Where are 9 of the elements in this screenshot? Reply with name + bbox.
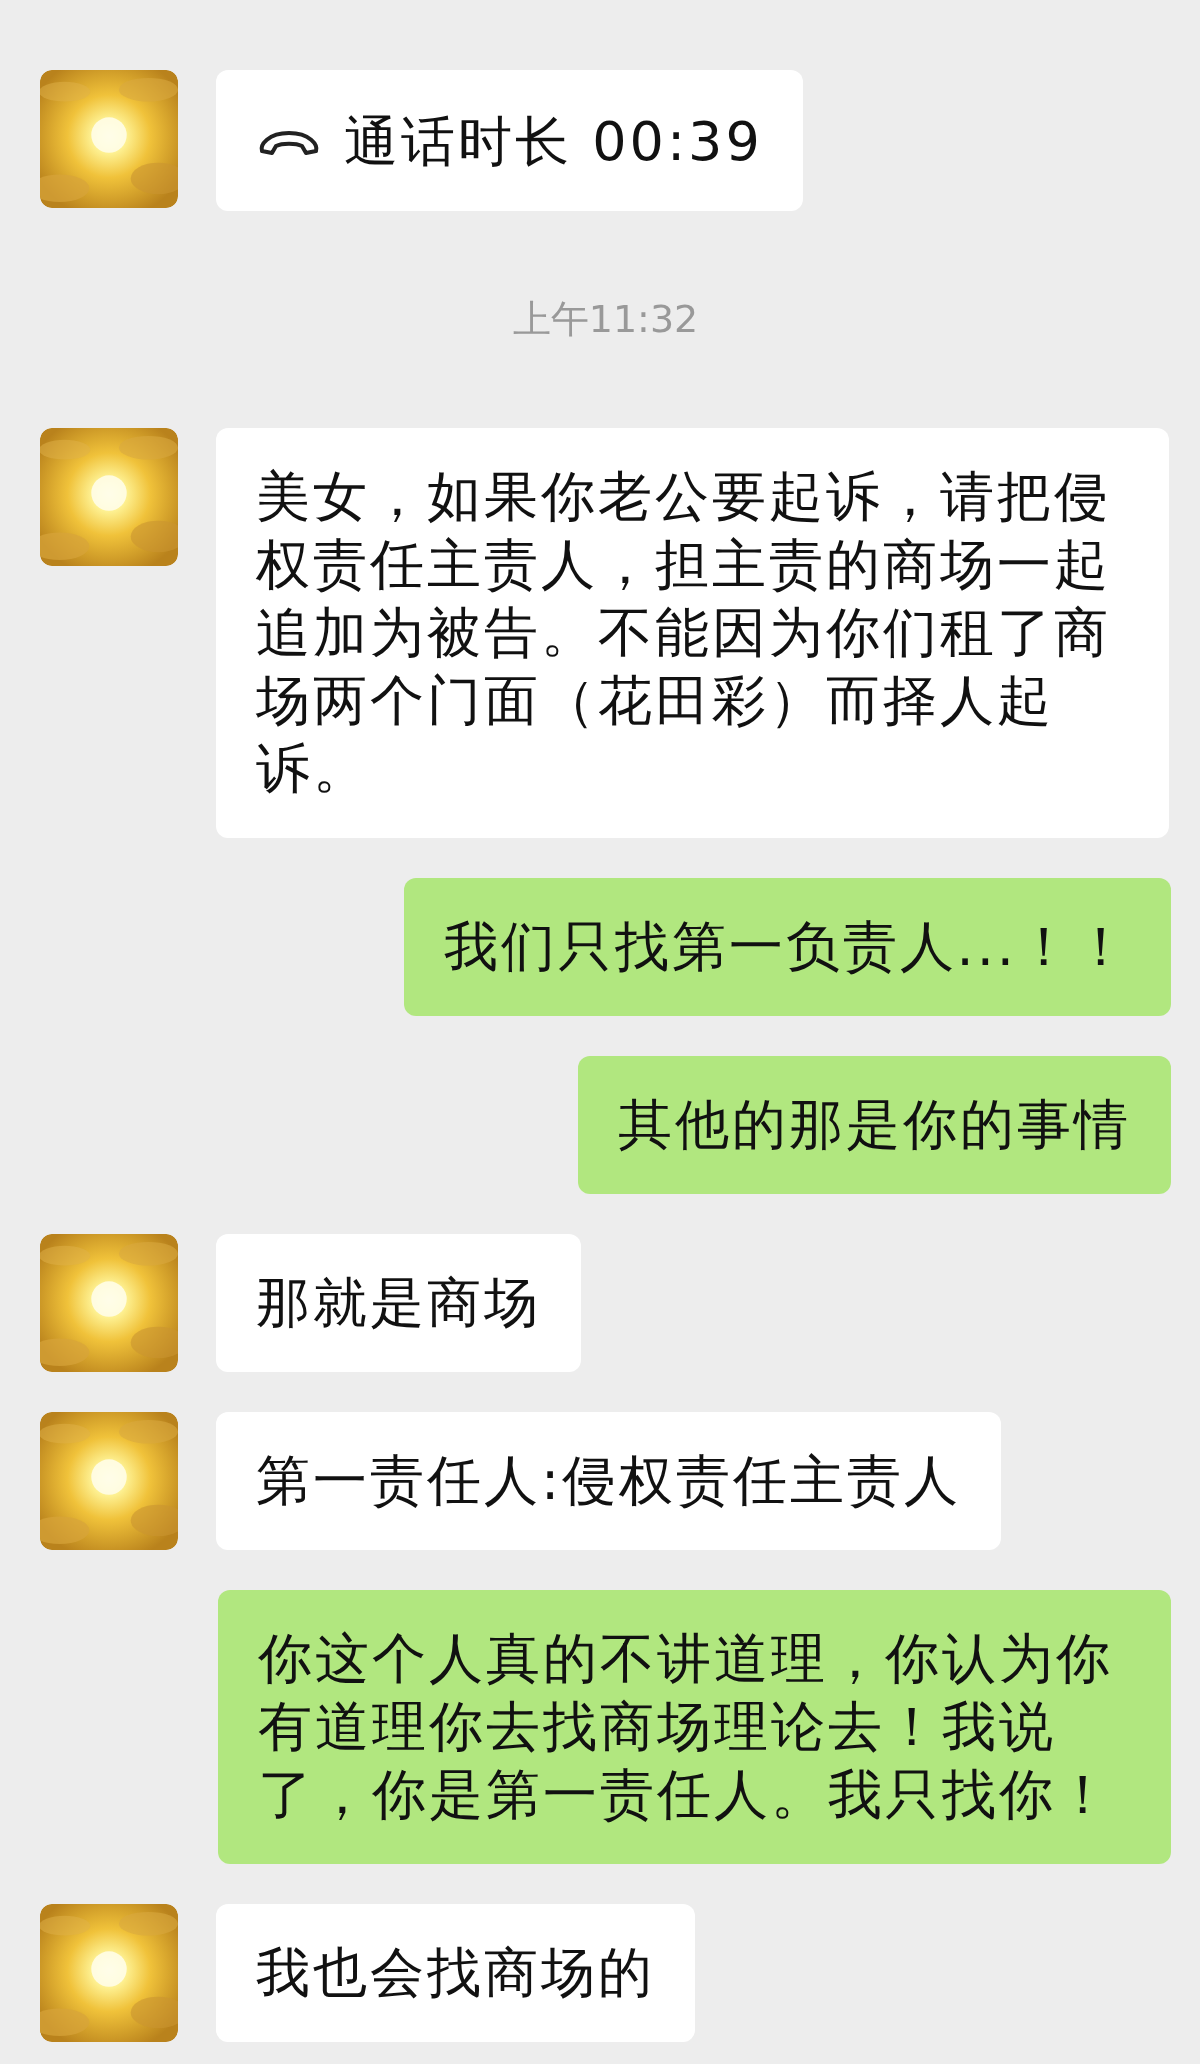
timestamp: 上午11:32 (512, 296, 699, 344)
message-bubble: 那就是商场 (216, 1234, 581, 1373)
message-bubble: 美女，如果你老公要起诉，请把侵权责任主责人，担主责的商场一起追加为被告。不能因为你们租了商场两个门面（花田彩）而择人起诉。 (216, 428, 1169, 839)
call-duration: 通话时长 00:39 (344, 110, 763, 174)
message-bubble: 其他的那是你的事情 (578, 1056, 1171, 1195)
message-bubble: 我们只找第一负责人...！！ (403, 878, 1171, 1017)
message-bubble: 你这个人真的不讲道理，你认为你有道理你去找商场理论去！我说了，你是第一责任人。我只找你！ (218, 1590, 1171, 1865)
message-bubble: 我也会找商场的 (216, 1904, 695, 2043)
message-bubble: 第一责任人:侵权责任主责人 (216, 1412, 1002, 1551)
